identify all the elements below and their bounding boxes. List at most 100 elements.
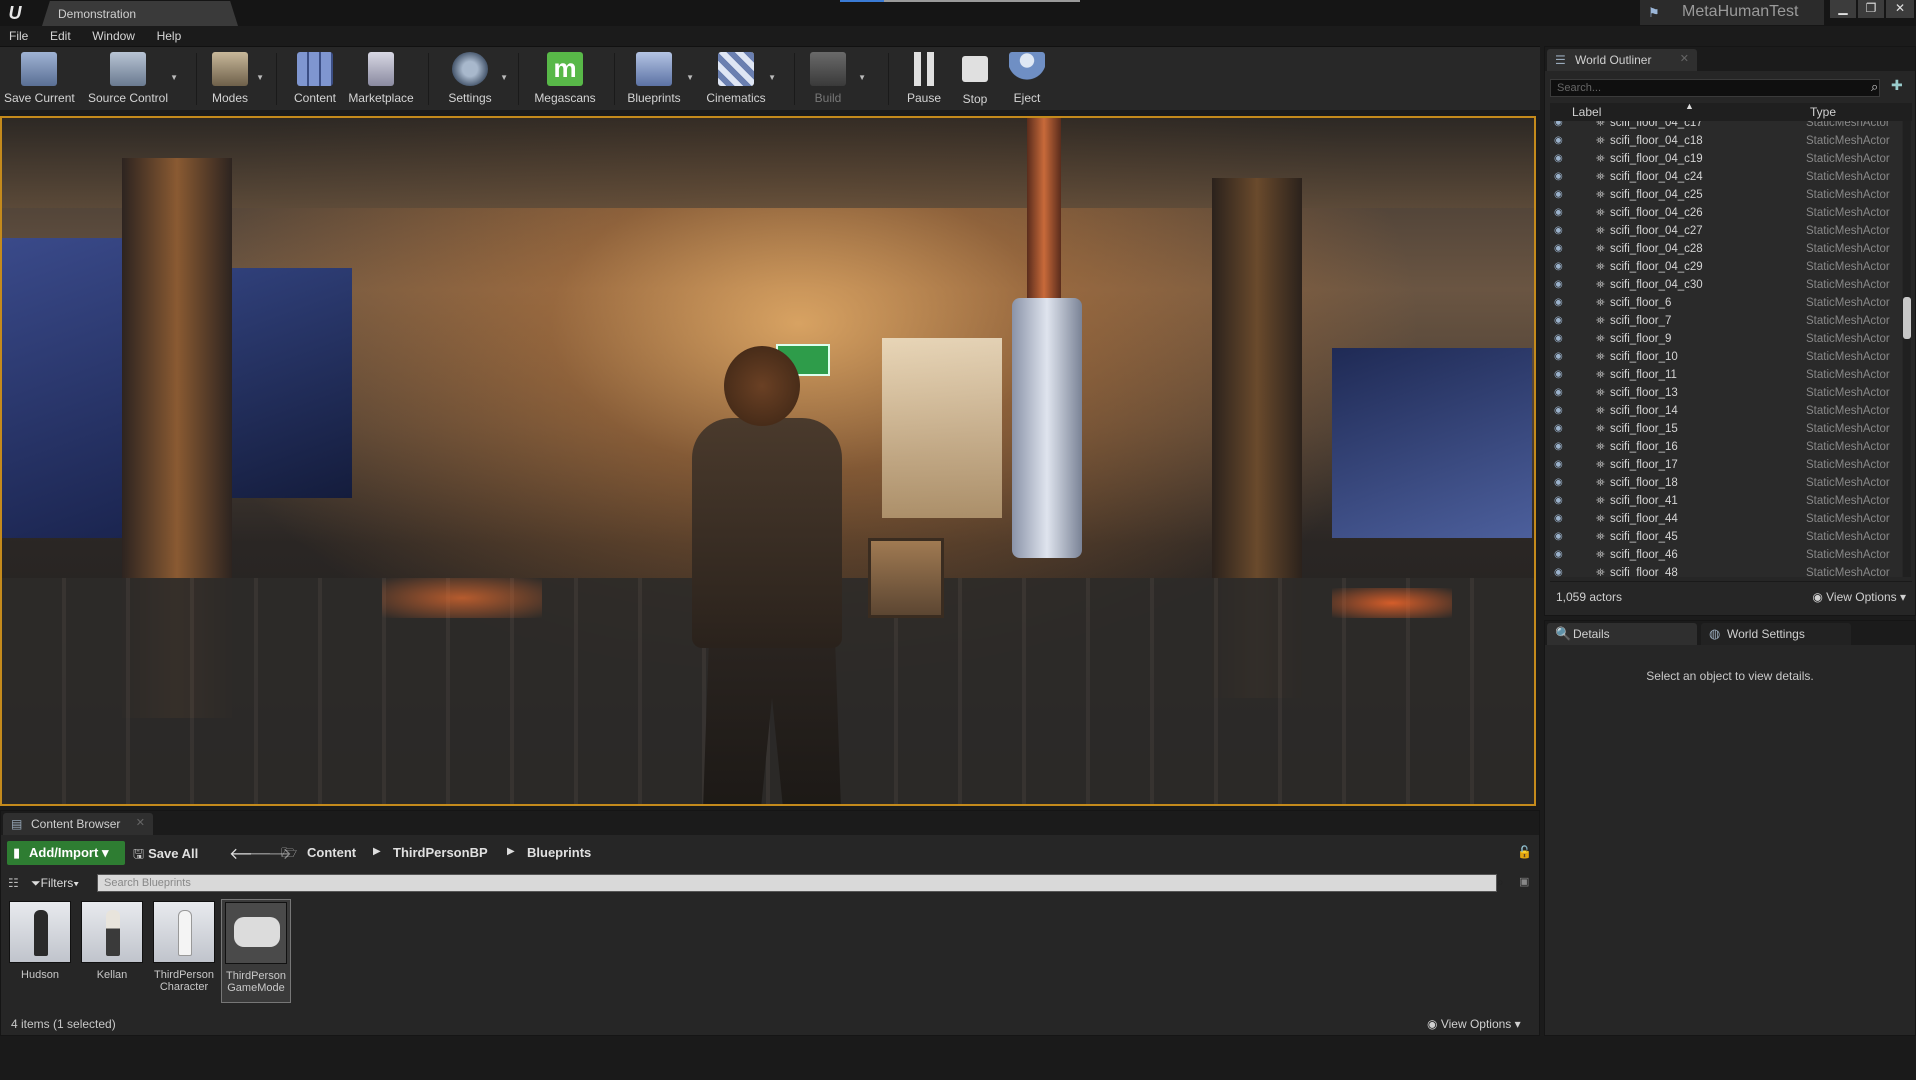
sources-panel-icon[interactable]: ☷ — [8, 876, 19, 890]
visibility-eye-icon[interactable]: ◉ — [1554, 189, 1568, 200]
breadcrumb-thirdpersonbp[interactable]: ThirdPersonBP — [393, 845, 488, 860]
column-label-header[interactable]: Label — [1572, 105, 1601, 119]
table-row[interactable]: ◉ ⛯ scifi_floor_45 StaticMeshActor — [1550, 529, 1902, 547]
visibility-eye-icon[interactable]: ◉ — [1554, 405, 1568, 416]
visibility-eye-icon[interactable]: ◉ — [1554, 171, 1568, 182]
restore-button[interactable]: ❐ — [1858, 0, 1884, 18]
save-all-button[interactable]: 🖫 Save All — [133, 845, 198, 867]
table-row[interactable]: ◉ ⛯ scifi_floor_04_c26 StaticMeshActor — [1550, 205, 1902, 223]
visibility-eye-icon[interactable]: ◉ — [1554, 225, 1568, 236]
visibility-eye-icon[interactable]: ◉ — [1554, 531, 1568, 542]
table-row[interactable]: ◉ ⛯ scifi_floor_04_c17 StaticMeshActor — [1550, 121, 1902, 133]
table-row[interactable]: ◉ ⛯ scifi_floor_14 StaticMeshActor — [1550, 403, 1902, 421]
table-row[interactable]: ◉ ⛯ scifi_floor_04_c28 StaticMeshActor — [1550, 241, 1902, 259]
asset-thirdperson-character[interactable]: ThirdPerson Character — [151, 901, 217, 1005]
visibility-eye-icon[interactable]: ◉ — [1554, 297, 1568, 308]
visibility-eye-icon[interactable]: ◉ — [1554, 243, 1568, 254]
breadcrumb-blueprints[interactable]: Blueprints — [527, 845, 591, 860]
table-row[interactable]: ◉ ⛯ scifi_floor_7 StaticMeshActor — [1550, 313, 1902, 331]
save-search-icon[interactable]: ▣ — [1519, 875, 1529, 888]
menu-edit[interactable]: Edit — [41, 26, 80, 46]
chevron-down-icon[interactable]: ▼ — [500, 73, 508, 82]
asset-hudson[interactable]: Hudson — [7, 901, 73, 1005]
content-button[interactable]: Content — [288, 49, 342, 109]
column-type-header[interactable]: Type — [1810, 105, 1836, 119]
chevron-down-icon[interactable]: ▼ — [858, 73, 866, 82]
table-row[interactable]: ◉ ⛯ scifi_floor_10 StaticMeshActor — [1550, 349, 1902, 367]
document-tab[interactable]: Demonstration — [42, 1, 238, 26]
stop-button[interactable]: Stop — [954, 49, 996, 109]
table-row[interactable]: ◉ ⛯ scifi_floor_18 StaticMeshActor — [1550, 475, 1902, 493]
tab-world-settings[interactable]: ◍ World Settings — [1701, 623, 1851, 645]
settings-button[interactable]: Settings ▼ — [440, 49, 508, 109]
scrollbar-thumb[interactable] — [1903, 297, 1911, 339]
asset-kellan[interactable]: Kellan — [79, 901, 145, 1005]
visibility-eye-icon[interactable]: ◉ — [1554, 351, 1568, 362]
pause-button[interactable]: Pause — [902, 49, 946, 109]
visibility-eye-icon[interactable]: ◉ — [1554, 261, 1568, 272]
breadcrumb-content[interactable]: Content — [307, 845, 356, 860]
table-row[interactable]: ◉ ⛯ scifi_floor_17 StaticMeshActor — [1550, 457, 1902, 475]
content-view-options-button[interactable]: ◉ View Options ▾ — [1427, 1017, 1521, 1031]
modes-button[interactable]: Modes ▼ — [204, 49, 264, 109]
chevron-down-icon[interactable]: ▼ — [768, 73, 776, 82]
table-row[interactable]: ◉ ⛯ scifi_floor_15 StaticMeshActor — [1550, 421, 1902, 439]
eject-button[interactable]: Eject — [1006, 49, 1048, 109]
visibility-eye-icon[interactable]: ◉ — [1554, 549, 1568, 560]
visibility-eye-icon[interactable]: ◉ — [1554, 279, 1568, 290]
chevron-down-icon[interactable]: ▼ — [686, 73, 694, 82]
save-current-button[interactable]: Save Current — [4, 49, 75, 109]
close-window-button[interactable]: ✕ — [1886, 0, 1914, 18]
table-row[interactable]: ◉ ⛯ scifi_floor_04_c25 StaticMeshActor — [1550, 187, 1902, 205]
visibility-eye-icon[interactable]: ◉ — [1554, 207, 1568, 218]
table-row[interactable]: ◉ ⛯ scifi_floor_6 StaticMeshActor — [1550, 295, 1902, 313]
visibility-eye-icon[interactable]: ◉ — [1554, 495, 1568, 506]
close-tab-icon[interactable]: ✕ — [136, 816, 145, 829]
visibility-eye-icon[interactable]: ◉ — [1554, 315, 1568, 326]
table-row[interactable]: ◉ ⛯ scifi_floor_9 StaticMeshActor — [1550, 331, 1902, 349]
minimize-button[interactable]: ▁ — [1830, 0, 1856, 18]
chevron-down-icon[interactable]: ▼ — [170, 73, 178, 82]
visibility-eye-icon[interactable]: ◉ — [1554, 423, 1568, 434]
chevron-down-icon[interactable]: ▼ — [256, 73, 264, 82]
marketplace-button[interactable]: Marketplace — [348, 49, 414, 109]
level-viewport[interactable] — [0, 116, 1536, 806]
asset-thirdperson-gamemode[interactable]: ThirdPerson GameMode — [221, 899, 291, 1003]
table-row[interactable]: ◉ ⛯ scifi_floor_48 StaticMeshActor — [1550, 565, 1902, 577]
visibility-eye-icon[interactable]: ◉ — [1554, 441, 1568, 452]
build-button[interactable]: Build ▼ — [806, 49, 866, 109]
lock-icon[interactable]: 🔓 — [1517, 845, 1532, 859]
table-row[interactable]: ◉ ⛯ scifi_floor_11 StaticMeshActor — [1550, 367, 1902, 385]
tab-details[interactable]: 🔍 Details — [1547, 623, 1697, 645]
visibility-eye-icon[interactable]: ◉ — [1554, 153, 1568, 164]
table-row[interactable]: ◉ ⛯ scifi_floor_46 StaticMeshActor — [1550, 547, 1902, 565]
table-row[interactable]: ◉ ⛯ scifi_floor_44 StaticMeshActor — [1550, 511, 1902, 529]
table-row[interactable]: ◉ ⛯ scifi_floor_13 StaticMeshActor — [1550, 385, 1902, 403]
cinematics-button[interactable]: Cinematics ▼ — [704, 49, 776, 109]
visibility-eye-icon[interactable]: ◉ — [1554, 513, 1568, 524]
add-import-button[interactable]: ▮ Add/Import ▾ — [7, 841, 125, 865]
visibility-eye-icon[interactable]: ◉ — [1554, 333, 1568, 344]
content-browser-tab[interactable]: ▤ Content Browser ✕ — [3, 813, 153, 835]
outliner-search-input[interactable]: Search... — [1550, 79, 1880, 97]
table-row[interactable]: ◉ ⛯ scifi_floor_04_c30 StaticMeshActor — [1550, 277, 1902, 295]
outliner-scrollbar[interactable] — [1903, 121, 1911, 577]
menu-window[interactable]: Window — [83, 26, 144, 46]
content-search-input[interactable]: Search Blueprints — [97, 874, 1497, 892]
filters-dropdown[interactable]: ⏷Filters▾ — [31, 876, 79, 891]
visibility-eye-icon[interactable]: ◉ — [1554, 135, 1568, 146]
outliner-view-options-button[interactable]: ◉ View Options ▾ — [1812, 590, 1906, 604]
source-control-button[interactable]: Source Control ▼ — [86, 49, 178, 109]
table-row[interactable]: ◉ ⛯ scifi_floor_04_c24 StaticMeshActor — [1550, 169, 1902, 187]
visibility-eye-icon[interactable]: ◉ — [1554, 387, 1568, 398]
table-row[interactable]: ◉ ⛯ scifi_floor_04_c18 StaticMeshActor — [1550, 133, 1902, 151]
table-row[interactable]: ◉ ⛯ scifi_floor_16 StaticMeshActor — [1550, 439, 1902, 457]
breadcrumb-separator-icon[interactable]: ▶ — [507, 846, 515, 857]
visibility-eye-icon[interactable]: ◉ — [1554, 459, 1568, 470]
breadcrumb-separator-icon[interactable]: ▶ — [373, 846, 381, 857]
menu-help[interactable]: Help — [148, 26, 191, 46]
menu-file[interactable]: File — [0, 26, 37, 46]
table-row[interactable]: ◉ ⛯ scifi_floor_04_c27 StaticMeshActor — [1550, 223, 1902, 241]
blueprints-button[interactable]: Blueprints ▼ — [622, 49, 694, 109]
visibility-eye-icon[interactable]: ◉ — [1554, 477, 1568, 488]
